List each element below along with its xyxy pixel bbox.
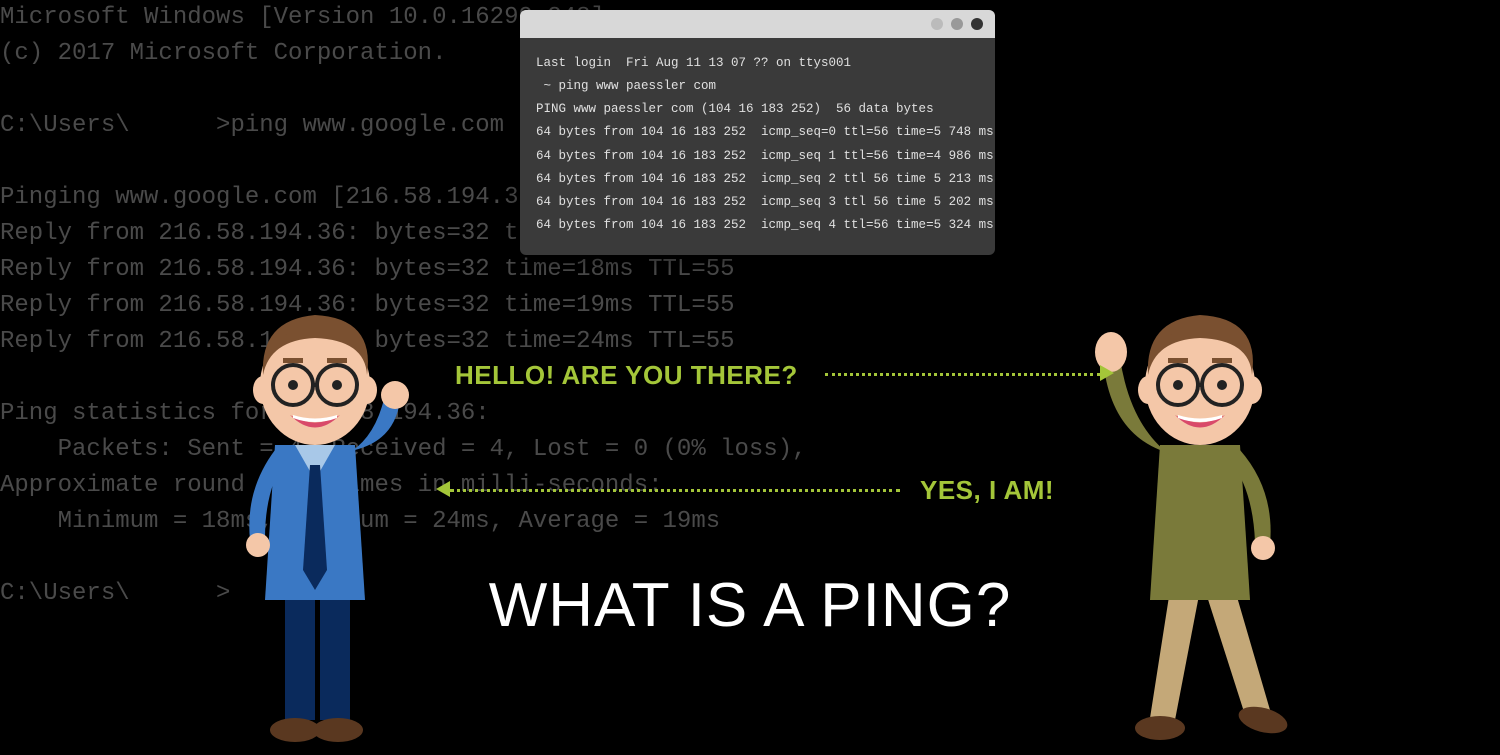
window-control-icon — [931, 18, 943, 30]
window-control-icon — [951, 18, 963, 30]
speech-yes: YES, I AM! — [920, 475, 1054, 506]
person-right-illustration — [1075, 290, 1315, 750]
mac-terminal-body: Last login Fri Aug 11 13 07 ?? on ttys00… — [520, 38, 995, 255]
arrow-response-line — [450, 489, 900, 492]
arrow-left-icon — [436, 481, 450, 497]
window-control-icon — [971, 18, 983, 30]
person-left-illustration — [215, 290, 415, 750]
speech-hello: HELLO! ARE YOU THERE? — [455, 360, 798, 391]
mac-terminal-titlebar — [520, 10, 995, 38]
arrow-right-icon — [1100, 365, 1114, 381]
main-title: WHAT IS A PING? — [0, 570, 1500, 641]
mac-terminal-window: Last login Fri Aug 11 13 07 ?? on ttys00… — [520, 10, 995, 255]
arrow-request-line — [825, 373, 1100, 376]
